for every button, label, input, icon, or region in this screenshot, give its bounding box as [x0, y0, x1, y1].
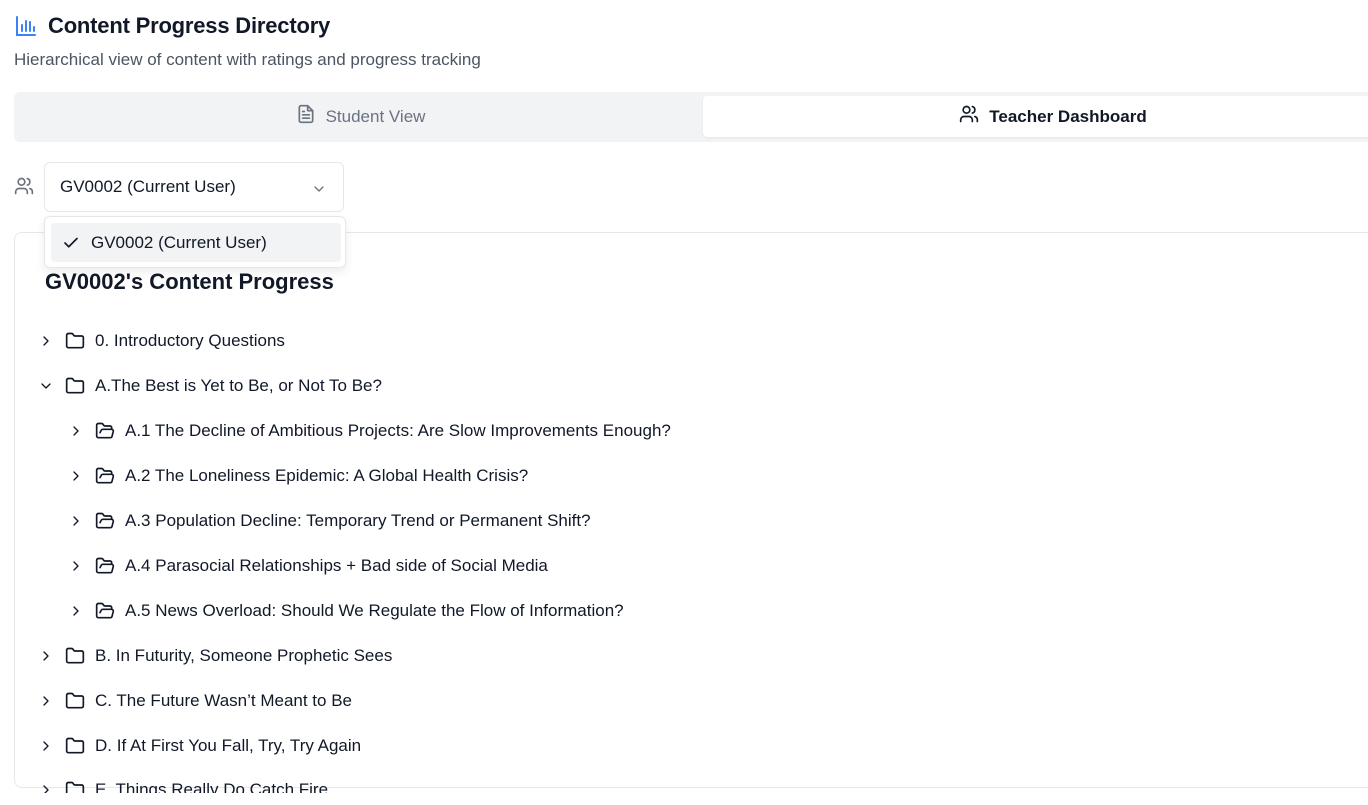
folder-icon: [65, 736, 87, 756]
tree-item-label: 0. Introductory Questions: [95, 331, 285, 350]
folder-icon: [65, 691, 87, 711]
tree-item[interactable]: C. The Future Wasn’t Meant to Be: [35, 686, 352, 716]
tree-item-label: E. Things Really Do Catch Fire: [95, 780, 329, 799]
user-option[interactable]: GV0002 (Current User): [51, 223, 341, 262]
tree-item[interactable]: A.5 News Overload: Should We Regulate th…: [65, 596, 624, 626]
chevron-down-icon[interactable]: [35, 378, 57, 394]
chevron-right-icon[interactable]: [65, 423, 87, 439]
check-icon: [51, 234, 91, 252]
tree-item[interactable]: B. In Futurity, Someone Prophetic Sees: [35, 641, 392, 671]
chevron-right-icon[interactable]: [65, 558, 87, 574]
tree-item[interactable]: D. If At First You Fall, Try, Try Again: [35, 731, 361, 761]
tree-item[interactable]: A.1 The Decline of Ambitious Projects: A…: [65, 416, 671, 446]
folder-open-icon: [95, 601, 117, 621]
tree-item-label: A.4 Parasocial Relationships + Bad side …: [125, 556, 548, 575]
page-header: Content Progress Directory: [14, 12, 330, 40]
tree-item[interactable]: A.2 The Loneliness Epidemic: A Global He…: [65, 461, 528, 491]
folder-open-icon: [95, 466, 117, 486]
tree-item-label: A.3 Population Decline: Temporary Trend …: [125, 511, 591, 530]
bar-chart-icon: [14, 14, 38, 38]
page-title: Content Progress Directory: [48, 13, 331, 38]
chevron-right-icon[interactable]: [65, 513, 87, 529]
chevron-right-icon[interactable]: [65, 468, 87, 484]
chevron-right-icon[interactable]: [35, 738, 57, 754]
tree-item-label: C. The Future Wasn’t Meant to Be: [95, 691, 353, 710]
users-icon: [14, 176, 34, 201]
tree-item-label: A.2 The Loneliness Epidemic: A Global He…: [125, 466, 529, 485]
progress-title: GV0002's Content Progress: [45, 269, 334, 294]
tab-label: Teacher Dashboard: [989, 106, 1147, 126]
tab-teacher-dashboard[interactable]: Teacher Dashboard: [703, 96, 1368, 137]
chevron-down-icon: [311, 181, 327, 202]
tree-item-label: D. If At First You Fall, Try, Try Again: [95, 736, 362, 755]
folder-open-icon: [95, 556, 117, 576]
tab-student-view[interactable]: Student View: [18, 96, 703, 137]
folder-open-icon: [95, 421, 117, 441]
page-subtitle: Hierarchical view of content with rating…: [14, 50, 481, 69]
chevron-right-icon[interactable]: [35, 782, 57, 793]
tree-item[interactable]: A.3 Population Decline: Temporary Trend …: [65, 506, 591, 536]
folder-icon: [65, 376, 87, 396]
tree-item[interactable]: A.4 Parasocial Relationships + Bad side …: [65, 551, 548, 581]
user-select[interactable]: GV0002 (Current User): [44, 162, 344, 212]
chevron-right-icon[interactable]: [35, 693, 57, 709]
user-select-value: GV0002 (Current User): [60, 177, 236, 196]
tree-item[interactable]: E. Things Really Do Catch Fire: [35, 775, 329, 799]
chevron-right-icon[interactable]: [35, 648, 57, 664]
user-select-dropdown: GV0002 (Current User): [44, 216, 346, 268]
folder-icon: [65, 331, 87, 351]
folder-open-icon: [95, 511, 117, 531]
tree-item[interactable]: 0. Introductory Questions: [35, 326, 285, 356]
folder-icon: [65, 780, 87, 793]
chevron-right-icon[interactable]: [65, 603, 87, 619]
tab-label: Student View: [325, 106, 426, 126]
folder-icon: [65, 646, 87, 666]
tree-item-label: A.1 The Decline of Ambitious Projects: A…: [125, 421, 671, 440]
tree-item-label: A.The Best is Yet to Be, or Not To Be?: [95, 376, 382, 395]
tree-item[interactable]: A.The Best is Yet to Be, or Not To Be?: [35, 371, 382, 401]
user-option-label: GV0002 (Current User): [91, 232, 267, 252]
file-text-icon: [296, 104, 316, 129]
users-icon: [959, 104, 979, 129]
tree-item-label: A.5 News Overload: Should We Regulate th…: [125, 601, 624, 620]
content-progress-card: GV0002's Content Progress 0. Introductor…: [14, 232, 1368, 793]
chevron-right-icon[interactable]: [35, 333, 57, 349]
view-tabs: Student View Teacher Dashboard: [14, 92, 1368, 142]
tree-item-label: B. In Futurity, Someone Prophetic Sees: [95, 646, 393, 665]
